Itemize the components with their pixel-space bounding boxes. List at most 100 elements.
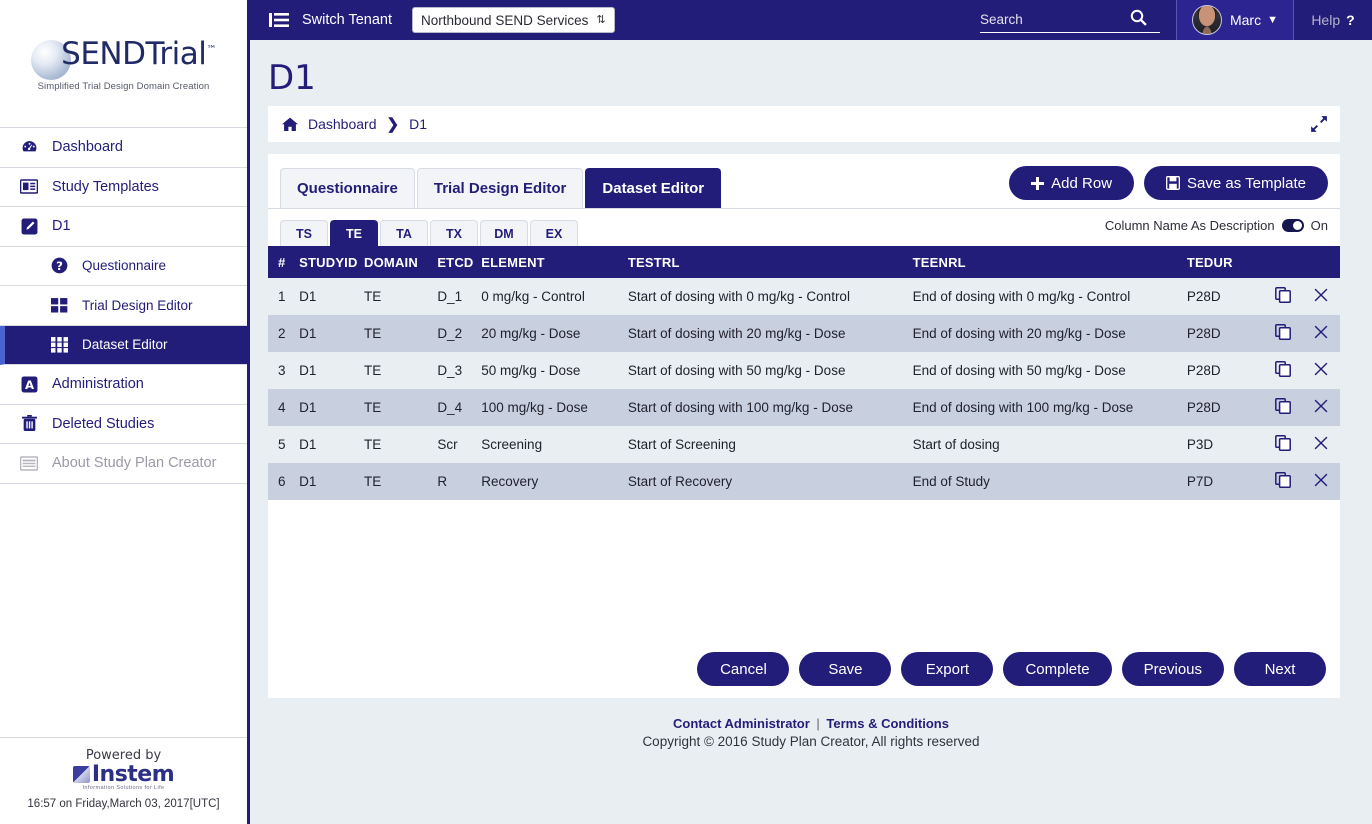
table-row[interactable]: 2 D1 TE D_2 20 mg/kg - Dose Start of dosing w… (268, 315, 1340, 352)
close-x-icon[interactable] (1302, 389, 1340, 426)
next-button[interactable]: Next (1234, 652, 1326, 686)
contact-administrator-link[interactable]: Contact Administrator (673, 716, 810, 731)
search-box[interactable] (980, 7, 1160, 33)
cell-studyid[interactable]: D1 (293, 278, 359, 315)
sidebar-item-about[interactable]: About Study Plan Creator (0, 444, 247, 484)
cell-etcd[interactable]: D_2 (431, 315, 476, 352)
col-header-tedur[interactable]: TEDUR (1180, 246, 1265, 278)
subtab-ta[interactable]: TA (380, 220, 428, 246)
cell-element[interactable]: 20 mg/kg - Dose (475, 315, 622, 352)
save-as-template-button[interactable]: Save as Template (1144, 166, 1328, 200)
brand-logo[interactable]: SENDTrial™ Simplified Trial Design Domai… (0, 0, 247, 128)
copy-icon[interactable] (1264, 278, 1303, 315)
cell-testrl[interactable]: Start of dosing with 100 mg/kg - Dose (621, 389, 907, 426)
col-header-studyid[interactable]: STUDYID (293, 246, 359, 278)
save-button[interactable]: Save (799, 652, 892, 686)
subtab-te[interactable]: TE (330, 220, 378, 246)
tab-trial-design-editor[interactable]: Trial Design Editor (416, 168, 584, 208)
tab-questionnaire[interactable]: Questionnaire (280, 168, 415, 208)
copy-icon[interactable] (1264, 426, 1303, 463)
sidebar-item-d1[interactable]: D1 (0, 207, 247, 247)
cell-domain[interactable]: TE (358, 352, 432, 389)
cell-etcd[interactable]: D_3 (431, 352, 476, 389)
previous-button[interactable]: Previous (1121, 652, 1224, 686)
cell-etcd[interactable]: R (431, 463, 476, 500)
close-x-icon[interactable] (1302, 315, 1340, 352)
tenant-select[interactable]: Northbound SEND Services ⇅ (412, 7, 615, 33)
cell-testrl[interactable]: Start of Recovery (621, 463, 907, 500)
cell-teenrl[interactable]: End of dosing with 0 mg/kg - Control (906, 278, 1181, 315)
search-input[interactable] (980, 12, 1130, 27)
sidebar-item-trial-design-editor[interactable]: Trial Design Editor (0, 286, 247, 326)
cell-teenrl[interactable]: End of dosing with 50 mg/kg - Dose (906, 352, 1181, 389)
cell-element[interactable]: Screening (475, 426, 622, 463)
cell-tedur[interactable]: P3D (1180, 426, 1265, 463)
col-header-element[interactable]: ELEMENT (475, 246, 622, 278)
toggle-on-icon[interactable] (1281, 219, 1304, 232)
cell-testrl[interactable]: Start of Screening (621, 426, 907, 463)
table-row[interactable]: 3 D1 TE D_3 50 mg/kg - Dose Start of dosing w… (268, 352, 1340, 389)
copy-icon[interactable] (1264, 389, 1303, 426)
cell-domain[interactable]: TE (358, 426, 432, 463)
close-x-icon[interactable] (1302, 426, 1340, 463)
switch-tenant-button[interactable]: Switch Tenant (268, 12, 392, 28)
tab-dataset-editor[interactable]: Dataset Editor (585, 168, 722, 208)
cell-tedur[interactable]: P28D (1180, 278, 1265, 315)
sidebar-item-dashboard[interactable]: Dashboard (0, 128, 247, 168)
cell-studyid[interactable]: D1 (293, 315, 359, 352)
cell-element[interactable]: 50 mg/kg - Dose (475, 352, 622, 389)
cell-studyid[interactable]: D1 (293, 352, 359, 389)
cell-tedur[interactable]: P28D (1180, 315, 1265, 352)
export-button[interactable]: Export (901, 652, 994, 686)
expand-arrows-icon[interactable] (1310, 115, 1328, 138)
cell-studyid[interactable]: D1 (293, 389, 359, 426)
cell-testrl[interactable]: Start of dosing with 0 mg/kg - Control (621, 278, 907, 315)
col-header-domain[interactable]: DOMAIN (358, 246, 432, 278)
sidebar-item-questionnaire[interactable]: ? Questionnaire (0, 246, 247, 286)
cell-teenrl[interactable]: End of dosing with 20 mg/kg - Dose (906, 315, 1181, 352)
cell-tedur[interactable]: P7D (1180, 463, 1265, 500)
cell-etcd[interactable]: D_4 (431, 389, 476, 426)
cell-teenrl[interactable]: End of Study (906, 463, 1181, 500)
close-x-icon[interactable] (1302, 352, 1340, 389)
subtab-tx[interactable]: TX (430, 220, 478, 246)
subtab-dm[interactable]: DM (480, 220, 528, 246)
search-icon[interactable] (1130, 9, 1147, 31)
cell-studyid[interactable]: D1 (293, 463, 359, 500)
col-header-teenrl[interactable]: TEENRL (906, 246, 1181, 278)
table-row[interactable]: 4 D1 TE D_4 100 mg/kg - Dose Start of dosing … (268, 389, 1340, 426)
cell-tedur[interactable]: P28D (1180, 352, 1265, 389)
cell-tedur[interactable]: P28D (1180, 389, 1265, 426)
col-header-num[interactable]: # (268, 246, 294, 278)
cell-domain[interactable]: TE (358, 278, 432, 315)
col-header-testrl[interactable]: TESTRL (621, 246, 907, 278)
cell-element[interactable]: 0 mg/kg - Control (475, 278, 622, 315)
sidebar-item-dataset-editor[interactable]: Dataset Editor (0, 325, 247, 365)
copy-icon[interactable] (1264, 463, 1303, 500)
cell-domain[interactable]: TE (358, 315, 432, 352)
cell-etcd[interactable]: D_1 (431, 278, 476, 315)
cell-teenrl[interactable]: End of dosing with 100 mg/kg - Dose (906, 389, 1181, 426)
close-x-icon[interactable] (1302, 463, 1340, 500)
close-x-icon[interactable] (1302, 278, 1340, 315)
cell-studyid[interactable]: D1 (293, 426, 359, 463)
help-link[interactable]: Help ? (1294, 0, 1372, 40)
cancel-button[interactable]: Cancel (697, 652, 790, 686)
table-row[interactable]: 5 D1 TE Scr Screening Start of Screening Start… (268, 426, 1340, 463)
col-header-etcd[interactable]: ETCD (431, 246, 476, 278)
cell-element[interactable]: 100 mg/kg - Dose (475, 389, 622, 426)
cell-testrl[interactable]: Start of dosing with 50 mg/kg - Dose (621, 352, 907, 389)
cell-etcd[interactable]: Scr (431, 426, 476, 463)
terms-conditions-link[interactable]: Terms & Conditions (826, 716, 949, 731)
cell-domain[interactable]: TE (358, 389, 432, 426)
breadcrumb-item-dashboard[interactable]: Dashboard (308, 116, 377, 132)
cell-teenrl[interactable]: Start of dosing (906, 426, 1181, 463)
home-icon[interactable] (282, 117, 298, 132)
cell-domain[interactable]: TE (358, 463, 432, 500)
complete-button[interactable]: Complete (1003, 652, 1112, 686)
copy-icon[interactable] (1264, 315, 1303, 352)
subtab-ex[interactable]: EX (530, 220, 578, 246)
subtab-ts[interactable]: TS (280, 220, 328, 246)
copy-icon[interactable] (1264, 352, 1303, 389)
user-menu[interactable]: Marc ▼ (1176, 0, 1294, 40)
